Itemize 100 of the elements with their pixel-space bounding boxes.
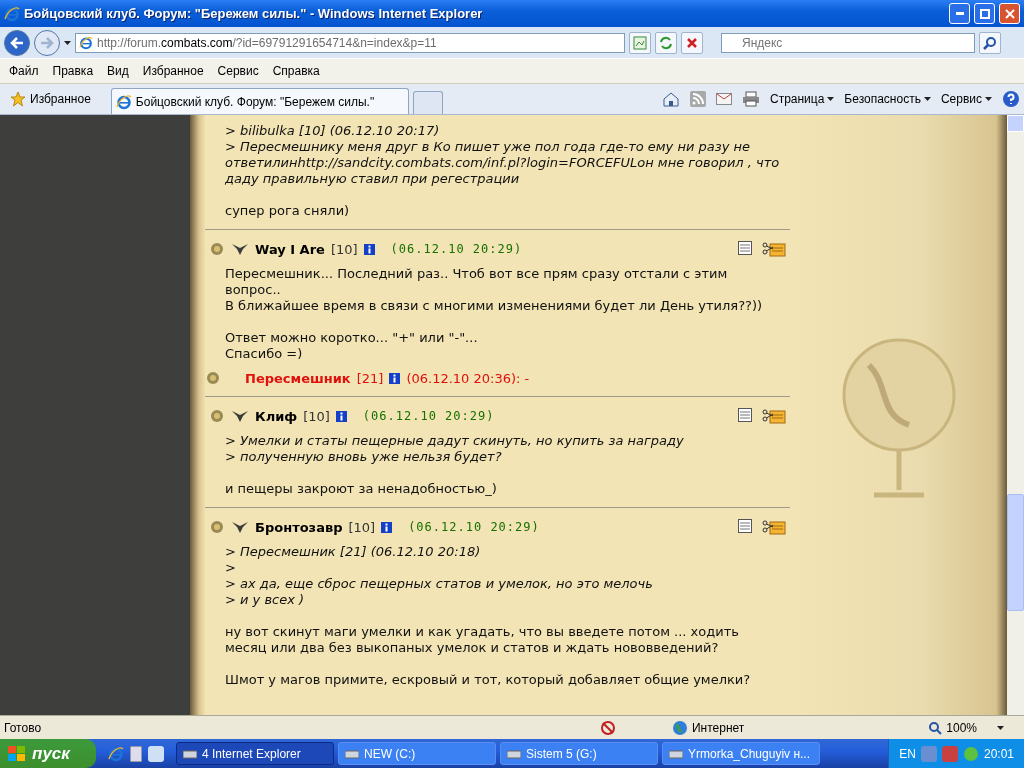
taskbar-button[interactable]: Sistem 5 (G:) xyxy=(500,742,658,765)
calculator-icon[interactable] xyxy=(130,745,142,762)
drive-icon xyxy=(669,748,683,759)
post-text: ну вот скинут маги умелки и как угадать, что вы введете потом ... ходить xyxy=(225,624,740,640)
home-icon[interactable] xyxy=(661,91,680,107)
compatibility-button[interactable] xyxy=(629,31,651,54)
browser-icon xyxy=(79,35,93,50)
app-icon[interactable] xyxy=(148,745,164,762)
search-icon xyxy=(983,35,997,50)
menu-item[interactable]: Правка xyxy=(45,64,101,78)
post-text: Спасибо =) xyxy=(225,346,304,362)
post-text: Шмот у магов примите, ескровый и тот, который добавляет общие умелки? xyxy=(225,672,752,688)
back-button[interactable] xyxy=(4,29,30,56)
forward-arrow-icon xyxy=(40,36,54,49)
clan-icon xyxy=(231,409,249,423)
menu-item[interactable]: Файл xyxy=(2,64,46,78)
quote-line: ответилинhttp://sandcity.combats.com/inf.pl?login=FORCEFULон мне говорил , что xyxy=(225,155,781,171)
favorites-button[interactable]: Избранное xyxy=(4,86,97,112)
info-icon[interactable] xyxy=(389,372,401,384)
user-level: [10] xyxy=(330,241,358,257)
user-level: [10] xyxy=(303,408,330,424)
address-field[interactable]: http://forum.combats.com/?id=69791291654714&n=index&p=11 xyxy=(75,32,625,53)
reply-author[interactable]: Пересмешник xyxy=(245,370,351,386)
menu-item[interactable]: Справка xyxy=(265,64,327,78)
url-text: http://forum. xyxy=(97,35,162,50)
scrollbar-thumb[interactable] xyxy=(1007,494,1024,611)
info-icon[interactable] xyxy=(335,410,347,422)
post-date: (06.12.10 20:29) xyxy=(408,520,540,534)
zoom-level[interactable]: 100% xyxy=(942,720,981,735)
mail-icon[interactable] xyxy=(715,93,732,105)
flag-icon xyxy=(8,745,26,762)
star-icon xyxy=(10,91,26,107)
stop-button[interactable] xyxy=(681,31,703,54)
author-name[interactable]: Бронтозавр xyxy=(255,519,343,535)
command-menu[interactable]: Сервис xyxy=(940,92,992,106)
window-title: Бойцовский клуб. Форум: "Бережем силы." - Windows Internet Explorer xyxy=(24,6,484,21)
author-name[interactable]: Клиф xyxy=(255,408,298,424)
zone-text: Интернет xyxy=(690,720,746,735)
post-text: В ближайшее время в связи с многими изменениями будет ли День утиля??)) xyxy=(225,298,764,314)
info-icon[interactable] xyxy=(363,243,375,255)
clan-icon xyxy=(231,242,249,256)
maximize-icon xyxy=(979,8,990,19)
menu-item[interactable]: Избранное xyxy=(135,64,211,78)
scissors-note-icon[interactable] xyxy=(762,241,786,257)
status-text: Готово xyxy=(3,720,43,735)
post-text: Пересмешник... Последний раз.. Чтоб вот все прям сразу отстали с этим xyxy=(225,266,729,282)
url-text: /?id=69791291654714&n=index&p=11 xyxy=(232,35,437,50)
menu-item[interactable]: Сервис xyxy=(210,64,266,78)
globe-icon xyxy=(671,719,688,736)
taskbar-button[interactable]: Yrmorka_Chuguyiv н... xyxy=(662,742,820,765)
command-menu[interactable]: Безопасность xyxy=(844,92,931,106)
start-button[interactable]: пуск xyxy=(0,739,96,768)
search-button[interactable] xyxy=(979,31,1001,54)
post-text: супер рога сняли) xyxy=(225,203,351,219)
printer-icon[interactable] xyxy=(741,91,760,107)
emblem-icon xyxy=(205,370,221,386)
drive-icon xyxy=(345,748,359,759)
forward-button[interactable] xyxy=(34,29,60,56)
quote-line: > Умелки и статы пещерные дадут скинуть, но купить за награду xyxy=(225,433,685,449)
close-icon xyxy=(686,36,698,49)
user-level: [21] xyxy=(356,370,384,386)
minimize-icon xyxy=(955,12,964,15)
quote-line: > и у всех ) xyxy=(225,592,306,608)
zoom-icon[interactable] xyxy=(928,720,943,735)
url-text: combats.com xyxy=(161,35,233,50)
taskbar-button[interactable]: 4 Internet Explorer xyxy=(176,742,334,765)
list-icon[interactable] xyxy=(738,519,752,533)
post-date: (06.12.10 20:29) xyxy=(390,242,523,256)
search-field[interactable]: Яндекс xyxy=(721,32,975,53)
scissors-note-icon[interactable] xyxy=(762,408,786,424)
user-level: [10] xyxy=(348,519,376,535)
quote-line: > bilibulka [10] (06.12.10 20:17) xyxy=(225,123,441,139)
quote-line: > Пересмешник [21] (06.12.10 20:18) xyxy=(225,544,482,560)
refresh-button[interactable] xyxy=(655,31,677,54)
emblem-icon xyxy=(209,408,225,424)
close-icon xyxy=(1004,8,1015,19)
minimize-button[interactable] xyxy=(949,3,970,24)
browser-tab[interactable]: Бойцовский клуб. Форум: "Бережем силы." xyxy=(110,88,409,114)
author-name[interactable]: Way I Are xyxy=(255,241,325,257)
command-menu[interactable]: Страница xyxy=(769,92,835,106)
post-text: Ответ можно коротко... "+" или "-"... xyxy=(225,330,479,346)
menu-item[interactable]: Вид xyxy=(100,64,136,78)
help-icon[interactable] xyxy=(1002,90,1020,108)
back-arrow-icon xyxy=(10,36,24,49)
close-button[interactable] xyxy=(999,3,1020,24)
post-text: месяц или два без выкопаных умелок и статов и ждать нововведений? xyxy=(225,640,720,656)
post-text: вопрос.. xyxy=(225,282,282,298)
refresh-icon xyxy=(659,35,673,50)
quote-line: даду правильную ставил при регестрации xyxy=(225,171,521,187)
list-icon[interactable] xyxy=(738,241,752,255)
maximize-button[interactable] xyxy=(974,3,995,24)
quote-line: > xyxy=(225,560,237,576)
info-icon[interactable] xyxy=(381,521,393,533)
scissors-note-icon[interactable] xyxy=(762,519,786,535)
taskbar-button[interactable]: NEW (C:) xyxy=(338,742,496,765)
drive-icon xyxy=(183,748,197,759)
list-icon[interactable] xyxy=(738,408,752,422)
quote-line: > ах да, еще сброс пещерных статов и умелок, но это мелочь xyxy=(225,576,654,592)
quote-line: > Пересмешнику меня друг в Ко пишет уже пол года где-то ему ни разу не xyxy=(225,139,751,155)
emblem-icon xyxy=(209,519,225,535)
